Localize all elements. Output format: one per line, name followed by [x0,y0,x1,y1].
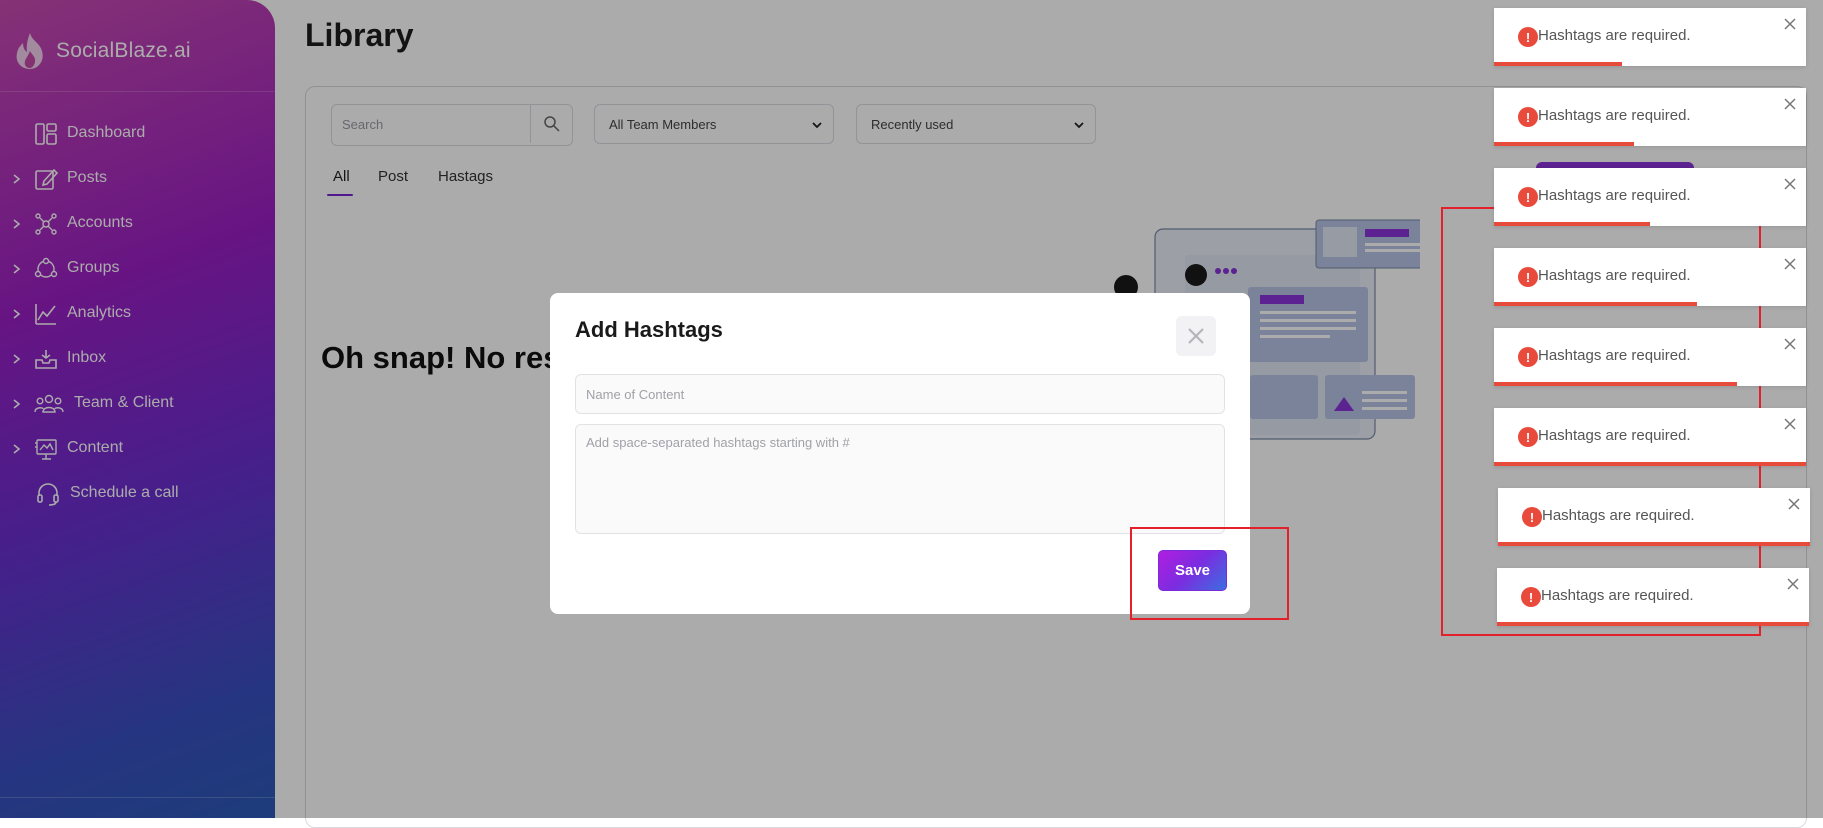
error-icon: ! [1518,107,1538,127]
error-icon: ! [1518,267,1538,287]
error-toast: ! Hashtags are required. [1494,328,1806,386]
error-icon: ! [1518,427,1538,447]
modal-close-button[interactable] [1176,316,1216,356]
error-icon: ! [1518,347,1538,367]
toast-progress-bar [1494,462,1806,466]
toast-close-icon[interactable] [1784,18,1796,30]
toast-close-icon[interactable] [1784,178,1796,190]
toast-progress-bar [1494,62,1622,66]
toast-close-icon[interactable] [1784,98,1796,110]
toast-close-icon[interactable] [1788,498,1800,510]
error-toast: ! Hashtags are required. [1494,8,1806,66]
toast-message: Hashtags are required. [1538,347,1691,364]
error-toast: ! Hashtags are required. [1494,88,1806,146]
error-toast: ! Hashtags are required. [1494,248,1806,306]
toast-message: Hashtags are required. [1538,267,1691,284]
content-name-input[interactable] [575,374,1225,414]
toast-message: Hashtags are required. [1538,107,1691,124]
toast-close-icon[interactable] [1784,418,1796,430]
toast-message: Hashtags are required. [1538,427,1691,444]
hashtags-textarea[interactable] [575,424,1225,534]
toast-progress-bar [1497,622,1809,626]
toast-progress-bar [1498,542,1810,546]
error-toast: ! Hashtags are required. [1494,168,1806,226]
toast-message: Hashtags are required. [1538,187,1691,204]
error-toast: ! Hashtags are required. [1494,408,1806,466]
modal-title: Add Hashtags [575,317,723,342]
toast-message: Hashtags are required. [1538,27,1691,44]
toast-progress-bar [1494,142,1635,146]
close-icon [1188,328,1204,344]
toast-message: Hashtags are required. [1542,507,1695,524]
toast-close-icon[interactable] [1787,578,1799,590]
save-button-highlight [1130,527,1289,620]
error-icon: ! [1522,507,1542,527]
toast-close-icon[interactable] [1784,338,1796,350]
toast-close-icon[interactable] [1784,258,1796,270]
error-toast: ! Hashtags are required. [1497,568,1809,626]
toast-message: Hashtags are required. [1541,587,1694,604]
error-toast: ! Hashtags are required. [1498,488,1810,546]
error-icon: ! [1518,27,1538,47]
error-icon: ! [1518,187,1538,207]
toast-progress-bar [1494,302,1697,306]
toast-progress-bar [1494,222,1650,226]
error-icon: ! [1521,587,1541,607]
toast-progress-bar [1494,382,1738,386]
